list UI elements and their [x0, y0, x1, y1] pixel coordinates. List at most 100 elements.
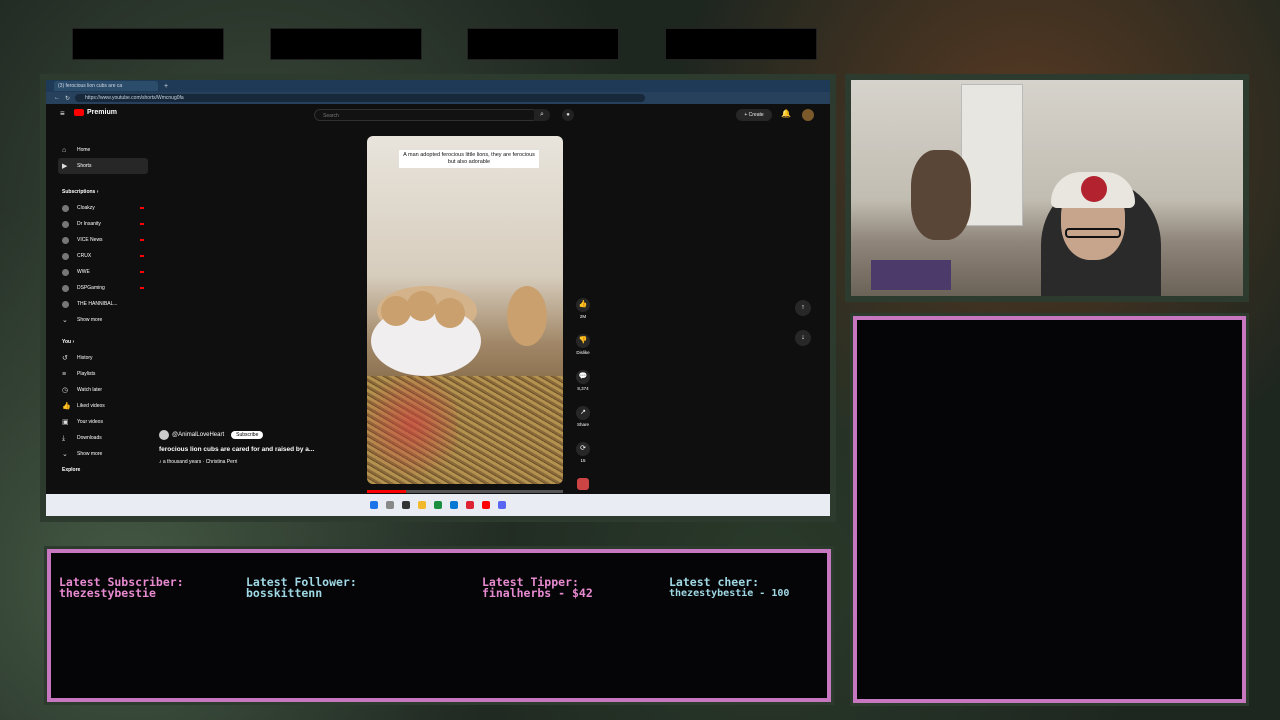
taskbar-app-icon[interactable]: [434, 501, 442, 509]
chevron-down-icon: ⌄: [62, 450, 68, 458]
windows-start-icon[interactable]: [370, 501, 378, 509]
sidebar-item-label: Cloakzy: [77, 205, 95, 211]
sidebar-item-subscription[interactable]: Cloakzy: [58, 200, 148, 216]
channel-avatar[interactable]: [159, 430, 169, 440]
youtube-logo[interactable]: Premium: [74, 109, 117, 116]
browser-tab[interactable]: (3) ferocious lion cubs are ca: [54, 81, 158, 91]
video-lion-cub: [507, 286, 547, 346]
discord-icon[interactable]: [498, 501, 506, 509]
sidebar-item-subscription[interactable]: WWE: [58, 264, 148, 280]
history-icon: ↺: [62, 354, 68, 362]
address-bar[interactable]: https://www.youtube.com/shorts/Wmcnug0fa: [75, 94, 646, 102]
short-video-player[interactable]: A man adopted ferocious little lions, th…: [367, 136, 563, 484]
sidebar-item-label: Show more: [77, 317, 103, 323]
sidebar-item-subscription[interactable]: DSPGaming: [58, 280, 148, 296]
youtube-taskbar-icon[interactable]: [482, 501, 490, 509]
sidebar-item-your-videos[interactable]: ▣ Your videos: [58, 414, 148, 430]
channel-name[interactable]: @AnimalLoveHeart: [172, 432, 224, 438]
short-title[interactable]: ferocious lion cubs are cared for and ra…: [159, 446, 314, 453]
edge-icon[interactable]: [450, 501, 458, 509]
cap-logo: [1081, 176, 1107, 202]
dislike-label: Dislike: [576, 350, 590, 355]
sidebar-item-liked[interactable]: 👍 Liked videos: [58, 398, 148, 414]
you-header[interactable]: You ›: [58, 334, 148, 350]
avatar[interactable]: [802, 109, 814, 121]
video-lion-cub: [381, 296, 411, 326]
share-button[interactable]: ↗ Share: [570, 406, 596, 442]
browser-urlbar: ← ↻ https://www.youtube.com/shorts/Wmcnu…: [46, 92, 830, 104]
dislike-button[interactable]: 👎 Dislike: [570, 334, 596, 370]
sidebar-item-subscription[interactable]: VICE News: [58, 232, 148, 248]
remix-button[interactable]: ⟳ 15: [570, 442, 596, 478]
short-actions: 👍 2M 👎 Dislike 💬 8,374 ↗ Share ⟳ 15: [570, 298, 596, 490]
create-button[interactable]: + Create: [736, 109, 772, 121]
sidebar-item-home[interactable]: ⌂ Home: [58, 142, 148, 158]
chevron-down-icon: ⌄: [62, 316, 68, 324]
sidebar-item-label: Liked videos: [77, 403, 105, 409]
comment-count: 8,374: [577, 386, 589, 391]
sidebar-item-shorts[interactable]: ▶ Shorts: [58, 158, 148, 174]
search-icon[interactable]: ⌕: [534, 109, 550, 121]
sidebar-item-subscription[interactable]: CRUX: [58, 248, 148, 264]
video-caption: A man adopted ferocious little lions, th…: [399, 150, 539, 168]
browser-tabbar: (3) ferocious lion cubs are ca +: [46, 80, 830, 92]
subscriptions-header[interactable]: Subscriptions ›: [58, 184, 148, 200]
bell-icon[interactable]: 🔔: [781, 109, 791, 118]
sidebar-item-history[interactable]: ↺ History: [58, 350, 148, 366]
search-input[interactable]: Search: [314, 109, 538, 121]
playlist-icon: ≡: [62, 370, 67, 378]
taskbar-app-icon[interactable]: [402, 501, 410, 509]
sidebar-item-playlists[interactable]: ≡ Playlists: [58, 366, 148, 382]
sound-thumbnail[interactable]: [577, 478, 589, 490]
download-icon: ⤓: [62, 434, 66, 442]
new-tab-icon[interactable]: +: [164, 83, 168, 90]
short-music[interactable]: ♪ a thousand years · Christina Perri: [159, 459, 314, 465]
sidebar-item-watch-later[interactable]: ◷ Watch later: [58, 382, 148, 398]
sidebar-item-label: Home: [77, 147, 91, 153]
chat-panel: [850, 313, 1249, 706]
stream-events-panel: Latest Subscriber: thezestybestie Latest…: [44, 546, 834, 705]
share-label: Share: [576, 422, 589, 427]
overlay-top-box-4: [665, 28, 817, 60]
sidebar-item-label: Dr Insanity: [77, 221, 101, 227]
subscribe-button[interactable]: Subscribe: [231, 431, 264, 439]
sidebar-item-label: Shorts: [77, 163, 92, 169]
video-progress-fill: [367, 490, 407, 493]
taskbar-app-icon[interactable]: [466, 501, 474, 509]
mic-icon[interactable]: ●: [562, 109, 574, 121]
webcam-floor-items: [871, 260, 951, 290]
explore-header: Explore: [62, 467, 81, 473]
sidebar-item-label: History: [77, 355, 93, 361]
video-progress-bar[interactable]: [367, 490, 563, 493]
webcam-feed: [845, 74, 1249, 302]
sidebar-item-label: WWE: [77, 269, 90, 275]
comments-button[interactable]: 💬 8,374: [570, 370, 596, 406]
sidebar-show-more[interactable]: ⌄ Show more: [58, 312, 148, 328]
video-lion-cub: [407, 291, 437, 321]
folder-icon[interactable]: [418, 501, 426, 509]
next-short-button[interactable]: ↓: [795, 330, 811, 346]
you-header-label: You: [62, 339, 72, 345]
youtube-play-icon: [74, 109, 84, 116]
previous-short-button[interactable]: ↑: [795, 300, 811, 316]
taskbar-search-icon[interactable]: [386, 501, 394, 509]
channel-avatar: [62, 252, 69, 260]
sidebar-item-subscription[interactable]: THE HANNIBAL...: [58, 296, 148, 312]
channel-avatar: [62, 204, 69, 212]
thumbs-down-icon: 👎: [576, 334, 590, 348]
like-button[interactable]: 👍 2M: [570, 298, 596, 334]
latest-cheer-label: Latest cheer:: [669, 575, 760, 589]
sidebar-item-label: Your videos: [77, 419, 103, 425]
sidebar-item-downloads[interactable]: ⤓ Downloads: [58, 430, 148, 446]
channel-avatar: [62, 268, 69, 276]
back-icon[interactable]: ←: [54, 95, 60, 101]
sidebar-item-subscription[interactable]: Dr Insanity: [58, 216, 148, 232]
menu-icon[interactable]: ≡: [60, 109, 65, 118]
sidebar-show-more[interactable]: ⌄ Show more: [58, 446, 148, 462]
streamer-glasses: [1065, 228, 1121, 238]
windows-taskbar: [46, 494, 830, 516]
subscriptions-header-label: Subscriptions: [62, 189, 96, 195]
live-indicator: [140, 255, 144, 257]
video-heat-lamp-glow: [367, 366, 457, 484]
reload-icon[interactable]: ↻: [65, 95, 70, 102]
